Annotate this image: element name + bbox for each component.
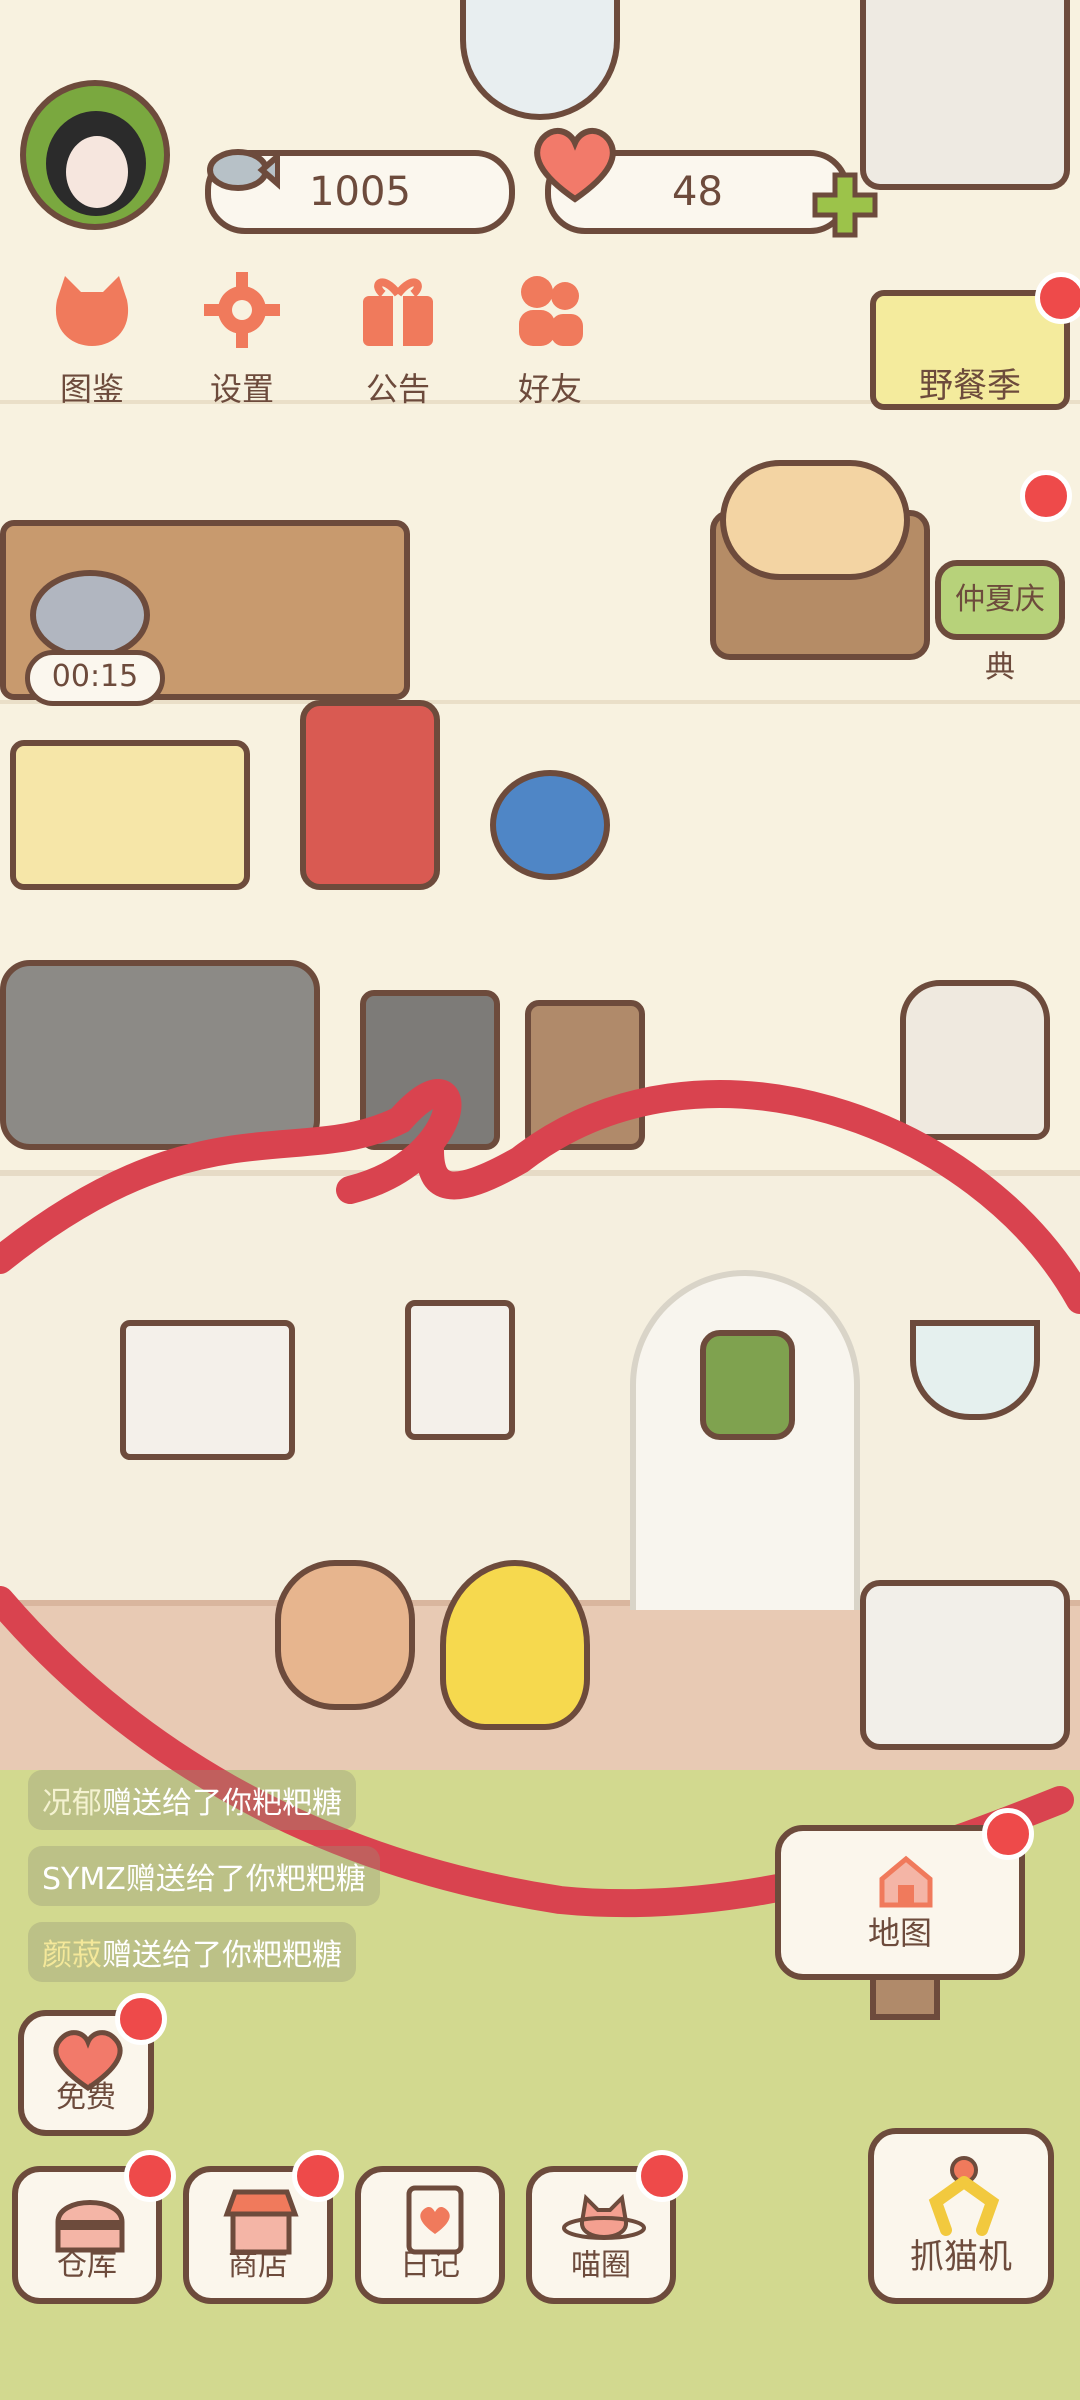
free-label: 免费	[56, 2080, 116, 2115]
notice-label: 公告	[365, 370, 430, 408]
map-house-icon	[879, 1855, 933, 1908]
gift-message: 况郁赠送给了你粑粑糖	[28, 1770, 356, 1830]
gift-message: 颜菽赠送给了你粑粑糖	[28, 1922, 356, 1982]
coin-value: 1005	[309, 169, 411, 215]
summer-badge	[1020, 470, 1072, 522]
diary-label: 日记	[400, 2248, 460, 2283]
claw-machine-button[interactable]: 抓猫机	[868, 2128, 1054, 2304]
warehouse-label: 仓库	[57, 2248, 117, 2283]
timer-pill: 00:15	[25, 650, 165, 706]
fridge-decoration	[860, 0, 1070, 190]
picnic-event-label: 野餐季	[919, 366, 1021, 406]
gift-sender: 况郁	[42, 1786, 102, 1821]
table-left	[10, 740, 250, 890]
gear-icon	[204, 272, 280, 348]
gift-sender: SYMZ	[42, 1862, 126, 1897]
gift-sender: 颜菽	[42, 1938, 102, 1973]
friends-label: 好友	[517, 370, 582, 408]
friends-button[interactable]: 好友	[480, 270, 620, 410]
gift-message: SYMZ赠送给了你粑粑糖	[28, 1846, 380, 1906]
warehouse-badge	[124, 2150, 176, 2202]
free-badge	[115, 1993, 167, 2045]
plus-icon[interactable]	[810, 170, 880, 244]
circle-label: 喵圈	[571, 2248, 631, 2283]
wall-tile-line	[0, 700, 1080, 704]
timer-value: 00:15	[51, 659, 139, 694]
gift-icon	[363, 278, 433, 346]
settings-label: 设置	[209, 370, 274, 408]
shaved-ice-machine	[300, 700, 440, 890]
cat-book-icon	[55, 276, 129, 346]
shop-label: 商店	[228, 2248, 288, 2283]
catalog-button[interactable]: 图鉴	[22, 270, 162, 410]
claw-machine-label: 抓猫机	[910, 2237, 1012, 2277]
heart-icon	[530, 125, 620, 209]
map-badge	[982, 1808, 1034, 1860]
food-basket	[720, 460, 910, 580]
notice-button[interactable]: 公告	[328, 270, 468, 410]
map-label: 地图	[867, 1914, 932, 1952]
settings-button[interactable]: 设置	[172, 270, 312, 410]
diary-button[interactable]: 日记	[355, 2166, 505, 2304]
avatar[interactable]	[20, 80, 170, 230]
claw-icon	[928, 2156, 1000, 2236]
gift-text: 赠送给了你粑粑糖	[102, 1786, 342, 1821]
blue-pot	[490, 770, 610, 880]
mouse-timer-icon[interactable]	[30, 570, 150, 660]
friends-icon	[519, 276, 583, 346]
gift-text: 赠送给了你粑粑糖	[125, 1862, 366, 1897]
summer-event-button[interactable]: 仲夏庆典	[935, 560, 1065, 685]
fish-icon	[200, 130, 281, 214]
picnic-badge	[1035, 272, 1080, 324]
catalog-label: 图鉴	[59, 370, 124, 408]
circle-badge	[636, 2150, 688, 2202]
heart-value: 48	[672, 169, 723, 215]
gift-text: 赠送给了你粑粑糖	[102, 1938, 342, 1973]
shop-badge	[292, 2150, 344, 2202]
